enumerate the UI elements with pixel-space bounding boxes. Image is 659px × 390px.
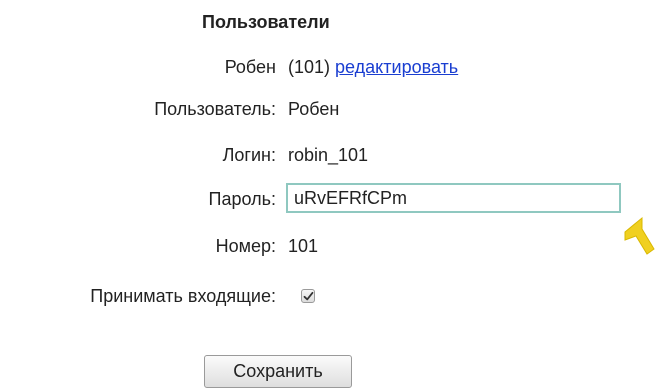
user-label: Пользователь:: [154, 99, 276, 119]
user-summary-name: Робен: [224, 57, 276, 77]
save-button[interactable]: Сохранить: [204, 355, 352, 388]
user-row: Пользователь: Робен: [0, 94, 659, 124]
password-row: Пароль:: [0, 183, 659, 214]
number-label: Номер:: [215, 236, 276, 256]
password-label: Пароль:: [208, 189, 276, 209]
user-edit-page: Пользователи Робен (101) редактировать П…: [0, 0, 659, 390]
user-summary-value: (101) редактировать: [288, 52, 458, 82]
user-id-text: (101): [288, 57, 331, 77]
user-value: Робен: [288, 99, 340, 119]
arrow-cursor-icon: [624, 216, 655, 255]
incoming-checkbox[interactable]: [301, 289, 315, 303]
login-label: Логин:: [222, 145, 276, 165]
user-summary-row: Робен (101) редактировать: [0, 52, 659, 82]
page-title: Пользователи: [202, 12, 330, 32]
check-icon: [303, 291, 314, 301]
password-input[interactable]: [286, 183, 621, 213]
number-value: 101: [288, 236, 319, 256]
number-row: Номер: 101: [0, 231, 659, 261]
edit-link[interactable]: редактировать: [335, 57, 458, 77]
incoming-label: Принимать входящие:: [90, 286, 276, 306]
login-row: Логин: robin_101: [0, 140, 659, 170]
login-value: robin_101: [288, 145, 369, 165]
incoming-row: Принимать входящие:: [0, 281, 659, 311]
